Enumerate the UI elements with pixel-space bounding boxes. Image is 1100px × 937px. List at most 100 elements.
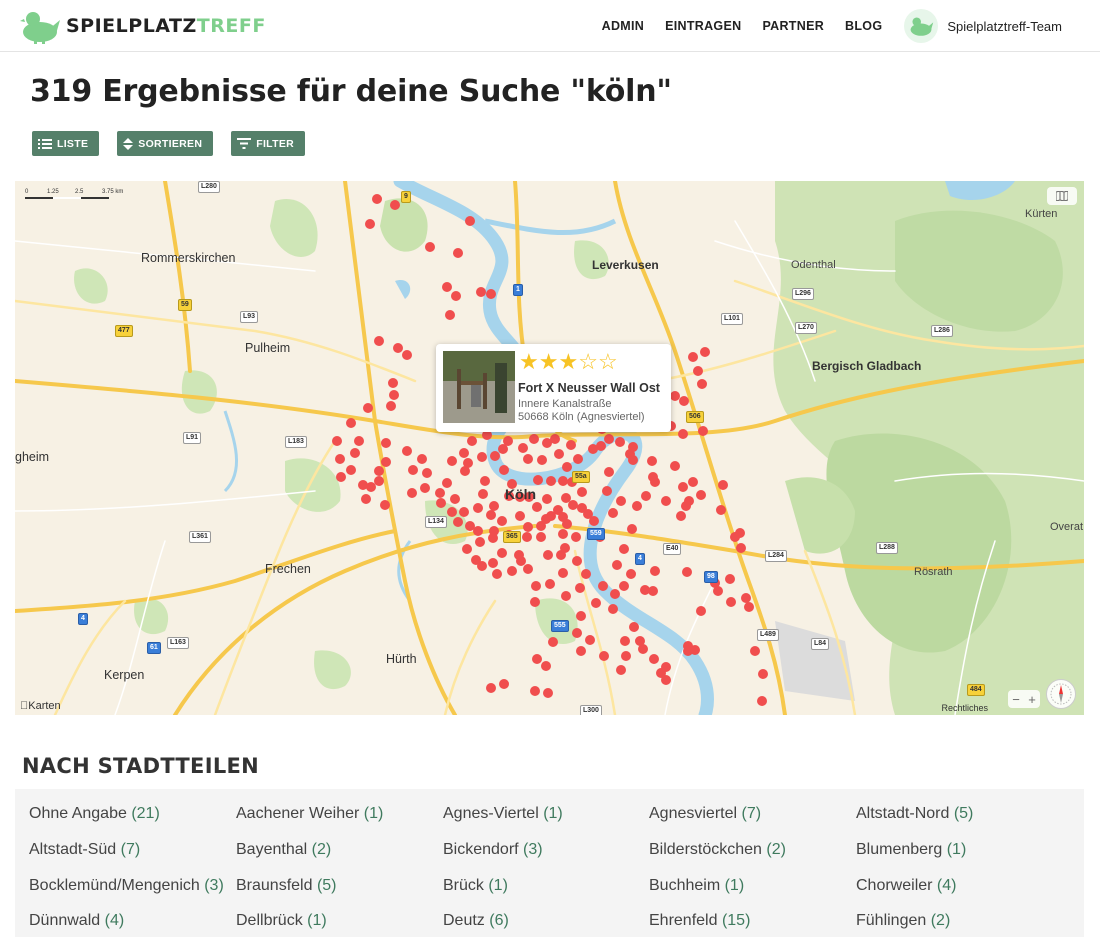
playground-marker[interactable] <box>467 436 477 446</box>
playground-marker[interactable] <box>381 438 391 448</box>
playground-marker[interactable] <box>621 651 631 661</box>
playground-marker[interactable] <box>562 519 572 529</box>
playground-marker[interactable] <box>477 452 487 462</box>
district-link[interactable]: Chorweiler (4) <box>856 877 956 895</box>
playground-marker[interactable] <box>627 524 637 534</box>
playground-marker[interactable] <box>676 511 686 521</box>
playground-marker[interactable] <box>490 451 500 461</box>
playground-marker[interactable] <box>447 507 457 517</box>
playground-marker[interactable] <box>558 529 568 539</box>
playground-marker[interactable] <box>608 508 618 518</box>
playground-marker[interactable] <box>604 434 614 444</box>
compass-icon[interactable] <box>1046 679 1076 709</box>
playground-marker[interactable] <box>442 478 452 488</box>
district-link[interactable]: Blumenberg (1) <box>856 841 966 859</box>
playground-marker[interactable] <box>390 200 400 210</box>
playground-marker[interactable] <box>459 507 469 517</box>
playground-marker[interactable] <box>463 458 473 468</box>
playground-marker[interactable] <box>725 574 735 584</box>
playground-marker[interactable] <box>577 487 587 497</box>
playground-marker[interactable] <box>670 391 680 401</box>
zoom-in-button[interactable]: + <box>1028 692 1036 707</box>
playground-marker[interactable] <box>650 566 660 576</box>
playground-marker[interactable] <box>453 248 463 258</box>
playground-marker[interactable] <box>616 496 626 506</box>
playground-marker[interactable] <box>523 454 533 464</box>
playground-marker[interactable] <box>530 597 540 607</box>
playground-marker[interactable] <box>670 461 680 471</box>
playground-marker[interactable] <box>713 586 723 596</box>
results-map[interactable]: 0 1.25 2.5 3.75 km Rommerskirchen Leverk… <box>15 181 1084 715</box>
playground-marker[interactable] <box>465 216 475 226</box>
playground-marker[interactable] <box>408 465 418 475</box>
playground-marker[interactable] <box>533 475 543 485</box>
playground-marker[interactable] <box>638 644 648 654</box>
playground-marker[interactable] <box>548 637 558 647</box>
playground-marker[interactable] <box>518 443 528 453</box>
playground-marker[interactable] <box>488 558 498 568</box>
playground-marker[interactable] <box>697 379 707 389</box>
playground-marker[interactable] <box>447 456 457 466</box>
playground-marker[interactable] <box>576 611 586 621</box>
playground-marker[interactable] <box>486 289 496 299</box>
playground-marker[interactable] <box>336 472 346 482</box>
playground-marker[interactable] <box>661 496 671 506</box>
playground-marker[interactable] <box>435 488 445 498</box>
district-link[interactable]: Bocklemünd/Mengenich (3) <box>29 877 224 895</box>
playground-marker[interactable] <box>688 477 698 487</box>
playground-marker[interactable] <box>489 501 499 511</box>
playground-marker[interactable] <box>575 583 585 593</box>
playground-marker[interactable] <box>610 589 620 599</box>
playground-marker[interactable] <box>386 401 396 411</box>
playground-marker[interactable] <box>649 654 659 664</box>
playground-marker[interactable] <box>620 636 630 646</box>
playground-marker[interactable] <box>562 462 572 472</box>
nav-blog[interactable]: BLOG <box>845 19 882 33</box>
playground-marker[interactable] <box>616 665 626 675</box>
playground-marker[interactable] <box>683 646 693 656</box>
playground-marker[interactable] <box>350 448 360 458</box>
playground-marker[interactable] <box>735 528 745 538</box>
playground-marker[interactable] <box>489 526 499 536</box>
playground-marker[interactable] <box>608 604 618 614</box>
nav-admin[interactable]: ADMIN <box>602 19 644 33</box>
playground-marker[interactable] <box>475 537 485 547</box>
district-link[interactable]: Dünnwald (4) <box>29 912 124 930</box>
playground-marker[interactable] <box>750 646 760 656</box>
playground-marker[interactable] <box>678 429 688 439</box>
playground-marker[interactable] <box>626 569 636 579</box>
playground-marker[interactable] <box>591 598 601 608</box>
playground-marker[interactable] <box>615 437 625 447</box>
playground-marker[interactable] <box>532 502 542 512</box>
playground-marker[interactable] <box>599 651 609 661</box>
playground-marker[interactable] <box>523 564 533 574</box>
playground-marker[interactable] <box>572 628 582 638</box>
district-link[interactable]: Agnes-Viertel (1) <box>443 805 563 823</box>
playground-marker[interactable] <box>332 436 342 446</box>
map-type-button[interactable] <box>1047 187 1077 205</box>
playground-marker[interactable] <box>572 556 582 566</box>
playground-marker[interactable] <box>388 378 398 388</box>
playground-marker[interactable] <box>530 686 540 696</box>
playground-marker[interactable] <box>678 482 688 492</box>
map-legal-link[interactable]: Rechtliches <box>941 703 988 713</box>
sort-button[interactable]: SORTIEREN <box>117 131 214 156</box>
playground-marker[interactable] <box>619 544 629 554</box>
playground-marker[interactable] <box>480 476 490 486</box>
playground-marker[interactable] <box>571 532 581 542</box>
filter-button[interactable]: FILTER <box>231 131 305 156</box>
playground-marker[interactable] <box>531 581 541 591</box>
district-link[interactable]: Altstadt-Süd (7) <box>29 841 140 859</box>
playground-marker[interactable] <box>497 548 507 558</box>
playground-marker[interactable] <box>335 454 345 464</box>
playground-marker[interactable] <box>558 476 568 486</box>
playground-marker[interactable] <box>515 511 525 521</box>
playground-marker[interactable] <box>757 696 767 706</box>
district-link[interactable]: Ohne Angabe (21) <box>29 805 160 823</box>
playground-marker[interactable] <box>604 467 614 477</box>
district-link[interactable]: Fühlingen (2) <box>856 912 950 930</box>
playground-marker[interactable] <box>478 489 488 499</box>
playground-marker[interactable] <box>541 661 551 671</box>
playground-marker[interactable] <box>700 347 710 357</box>
playground-marker[interactable] <box>558 568 568 578</box>
